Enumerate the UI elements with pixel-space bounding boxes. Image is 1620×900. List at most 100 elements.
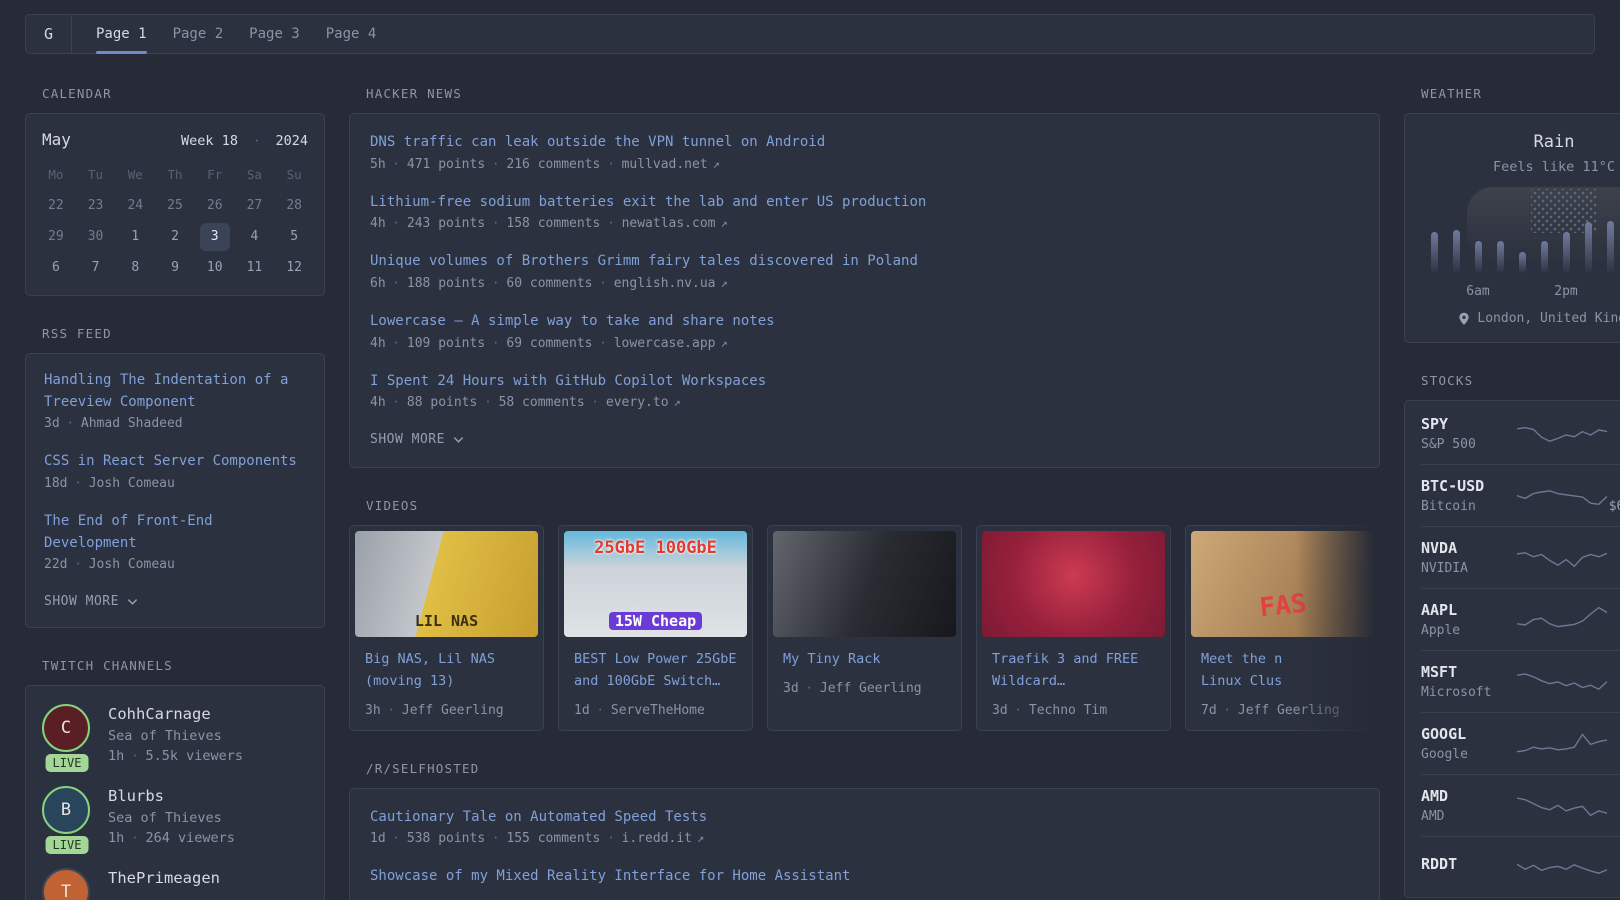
stock-symbol: BTC-USD: [1421, 477, 1485, 495]
selfhosted-section: /R/SELFHOSTED Cautionary Tale on Automat…: [349, 761, 1380, 900]
twitch-channel-row[interactable]: T ThePrimeagen: [42, 868, 308, 900]
rss-item-author: Josh Comeau: [88, 557, 175, 573]
video-thumbnail[interactable]: [982, 531, 1165, 638]
stock-quote: +0.10% $166.78: [1607, 725, 1620, 762]
hackernews-item-title-link[interactable]: I Spent 24 Hours with GitHub Copilot Wor…: [370, 371, 1359, 393]
post-domain-link[interactable]: mullvad.net: [622, 157, 708, 172]
separator-dot: ·: [492, 831, 500, 846]
stock-row[interactable]: AAPL Apple +6.87% $184.91: [1421, 588, 1620, 650]
nav-tab-page-2[interactable]: Page 2: [173, 15, 224, 53]
twitch-channel-row[interactable]: B LIVE Blurbs Sea of Thieves 1h · 264 viewers: [42, 786, 308, 855]
rss-item-title-link[interactable]: Handling The Indentation of a Treeview C…: [44, 370, 306, 413]
thumbnail-text: 25GbE 100GbE: [594, 538, 717, 559]
channel-name: Blurbs: [108, 787, 164, 806]
post-domain-link[interactable]: english.nv.ua: [614, 276, 716, 291]
post-comments-link[interactable]: 155 comments: [506, 831, 600, 846]
video-card[interactable]: FAS Meet the n Linux Clus 7d · Jeff Geerling: [1185, 525, 1380, 731]
right-column: WEATHER Rain Feels like 11°C 12° 6am2pm1…: [1404, 86, 1620, 900]
post-comments-link[interactable]: 216 comments: [506, 157, 600, 172]
chevron-down-icon: [453, 437, 464, 444]
temperature-bars: [1421, 211, 1620, 273]
post-points: 109 points: [406, 335, 486, 351]
stock-sparkline: [1517, 479, 1607, 513]
channel-avatar-initial: B: [60, 800, 72, 821]
stock-change-percent: +2.16%: [1607, 663, 1620, 681]
post-domain-link[interactable]: i.redd.it: [622, 831, 692, 846]
post-domain-link[interactable]: lowercase.app: [614, 336, 716, 351]
selfhosted-item: Cautionary Tale on Automated Speed Tests…: [370, 807, 1359, 847]
weather-feels-like: Feels like 11°C: [1493, 159, 1615, 175]
calendar-day: 8: [115, 252, 155, 283]
video-card[interactable]: LIL NAS Big NAS, Lil NAS (moving 13) 3h · Je…: [349, 525, 544, 731]
thumbnail-text: 15W Cheap: [608, 612, 703, 631]
post-age: 4h: [370, 335, 386, 351]
video-thumbnail[interactable]: [773, 531, 956, 638]
post-points: 88 points: [406, 395, 478, 411]
post-comments-link[interactable]: 69 comments: [506, 336, 592, 351]
external-link-icon: ↗: [720, 335, 728, 350]
stock-row[interactable]: BTC-USD Bitcoin +4.40% $61,725.48: [1421, 464, 1620, 526]
chevron-down-icon: [127, 599, 138, 606]
rss-show-more-button[interactable]: SHOW MORE: [44, 592, 306, 623]
stock-row[interactable]: AMD AMD +2.94% $150.45: [1421, 774, 1620, 836]
post-domain-link[interactable]: newatlas.com: [622, 216, 716, 231]
stock-row[interactable]: SPY S&P 500 +1.29% $511.57: [1421, 403, 1620, 464]
stock-quote: -1.65%: [1607, 855, 1620, 877]
stock-quote: +4.40% $61,725.48: [1607, 477, 1620, 514]
selfhosted-item-title-link[interactable]: Showcase of my Mixed Reality Interface f…: [370, 866, 1359, 888]
nav-tab-label: Page 2: [172, 26, 224, 42]
post-comments-link[interactable]: 158 comments: [506, 216, 600, 231]
video-card[interactable]: My Tiny Rack 3d · Jeff Geerling: [767, 525, 962, 731]
calendar-day-number: 11: [246, 260, 263, 275]
rss-item-title-link[interactable]: CSS in React Server Components: [44, 451, 306, 473]
calendar-day: 29: [36, 221, 76, 252]
calendar-day: 4: [235, 221, 275, 252]
rss-item-title-link[interactable]: The End of Front-End Development: [44, 511, 306, 554]
stock-identity: GOOGL Google: [1421, 725, 1517, 762]
temperature-bar: [1452, 230, 1460, 273]
hackernews-show-more-button[interactable]: SHOW MORE: [370, 430, 1359, 461]
twitch-avatar-wrap: T: [42, 868, 92, 900]
separator-dot: ·: [1014, 702, 1022, 717]
video-card[interactable]: 25GbE 100GbE 15W Cheap BEST Low Power 25Gb…: [558, 525, 753, 731]
twitch-widget: C LIVE CohhCarnage Sea of Thieves 1h · 5.5k vi…: [25, 685, 325, 900]
stock-quote: +3.52% $888.40: [1607, 539, 1620, 576]
post-domain-link[interactable]: every.to: [606, 395, 669, 410]
twitch-channel-row[interactable]: C LIVE CohhCarnage Sea of Thieves 1h · 5.5k vi…: [42, 704, 308, 773]
post-comments-link[interactable]: 58 comments: [499, 395, 585, 410]
video-thumbnail[interactable]: LIL NAS: [355, 531, 538, 638]
post-comments-link[interactable]: 60 comments: [506, 276, 592, 291]
hackernews-item-title-link[interactable]: DNS traffic can leak outside the VPN tun…: [370, 132, 1359, 154]
video-thumbnail[interactable]: FAS: [1191, 531, 1374, 638]
video-meta: 3d · Jeff Geerling: [783, 681, 946, 696]
video-title-link[interactable]: BEST Low Power 25GbE and 100GbE Switch…: [574, 649, 737, 692]
nav-tab-page-1[interactable]: Page 1: [96, 15, 147, 54]
calendar-week-label: Week: [181, 133, 214, 149]
video-title-link[interactable]: Meet the n Linux Clus: [1201, 649, 1364, 692]
video-title-link[interactable]: My Tiny Rack: [783, 649, 946, 671]
hackernews-item-title-link[interactable]: Unique volumes of Brothers Grimm fairy t…: [370, 251, 1359, 273]
selfhosted-item-meta: 1d · 538 points · 155 comments · i.redd.it ↗: [370, 831, 1359, 846]
video-title-link[interactable]: Big NAS, Lil NAS (moving 13): [365, 649, 528, 692]
app-logo[interactable]: G: [26, 15, 72, 53]
stock-row[interactable]: NVDA NVIDIA +3.52% $888.40: [1421, 526, 1620, 588]
nav-tab-page-4[interactable]: Page 4: [326, 15, 377, 53]
stock-row[interactable]: RDDT -1.65%: [1421, 836, 1620, 895]
hackernews-item-title-link[interactable]: Lowercase – A simple way to take and sha…: [370, 311, 1359, 333]
hackernews-item-title-link[interactable]: Lithium-free sodium batteries exit the l…: [370, 192, 1359, 214]
nav-tab-page-3[interactable]: Page 3: [249, 15, 300, 53]
separator-dot: ·: [66, 416, 74, 431]
video-card[interactable]: Traefik 3 and FREE Wildcard… 3d · Techno Ti…: [976, 525, 1171, 731]
video-title-link[interactable]: Traefik 3 and FREE Wildcard…: [992, 649, 1155, 692]
rss-section-title: RSS FEED: [42, 326, 112, 341]
video-thumbnail[interactable]: 25GbE 100GbE 15W Cheap: [564, 531, 747, 638]
post-age: 6h: [370, 276, 386, 292]
video-channel: Jeff Geerling: [1237, 702, 1340, 718]
selfhosted-item-title-link[interactable]: Cautionary Tale on Automated Speed Tests: [370, 807, 1359, 829]
stock-identity: AMD AMD: [1421, 787, 1517, 824]
stock-row[interactable]: GOOGL Google +0.10% $166.78: [1421, 712, 1620, 774]
temperature-bar: [1606, 221, 1614, 273]
calendar-grid: Mo Tu We Th Fr Sa Su 22 23 24 25 26 27 28 29 30 1 2 3 4 5 6 7 8…: [26, 157, 324, 295]
live-badge: LIVE: [45, 754, 89, 773]
stock-row[interactable]: MSFT Microsoft +2.16% $406.43: [1421, 650, 1620, 712]
